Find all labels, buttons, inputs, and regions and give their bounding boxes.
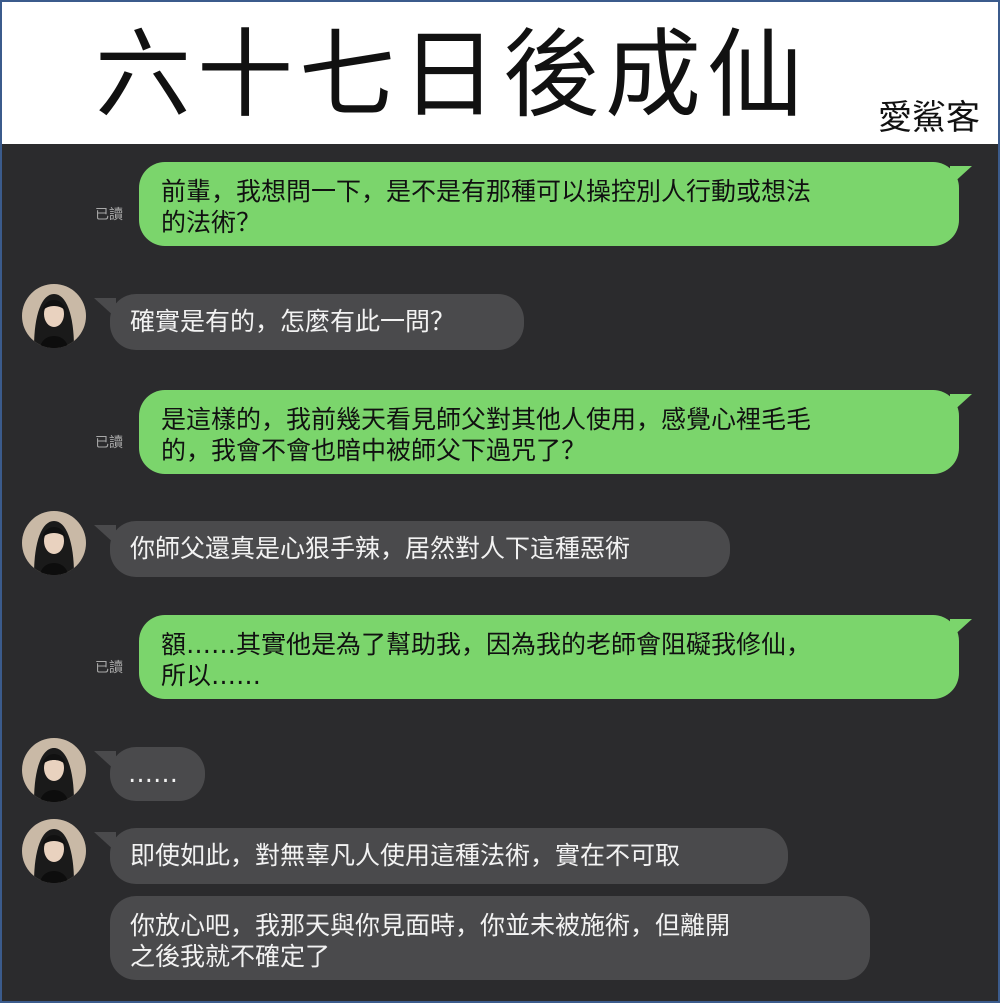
- avatar[interactable]: [22, 284, 86, 348]
- character-avatar-icon: [22, 819, 86, 883]
- character-avatar-icon: [22, 738, 86, 802]
- chat-panel: 已讀 前輩，我想問一下，是不是有那種可以操控別人行動或想法 的法術？ 確實是有的…: [2, 144, 998, 1001]
- message-line: 之後我就不確定了: [130, 942, 331, 971]
- message-bubble-incoming[interactable]: ……: [110, 747, 205, 801]
- comic-frame: 六十七日後成仙 愛鯊客 已讀 前輩，我想問一下，是不是有那種可以操控別人行動或想…: [0, 0, 1000, 1003]
- bubble-tail: [94, 525, 116, 545]
- character-avatar-icon: [22, 284, 86, 348]
- message-bubble-outgoing[interactable]: 額……其實他是為了幫助我，因為我的老師會阻礙我修仙， 所以……: [139, 615, 959, 699]
- read-receipt: 已讀: [95, 435, 123, 451]
- avatar[interactable]: [22, 511, 86, 575]
- author-name: 愛鯊客: [878, 98, 980, 138]
- bubble-tail: [950, 619, 972, 639]
- message-bubble-incoming[interactable]: 你放心吧，我那天與你見面時，你並未被施術，但離開 之後我就不確定了: [110, 896, 870, 980]
- page-title: 六十七日後成仙: [95, 19, 809, 131]
- message-bubble-incoming[interactable]: 確實是有的，怎麼有此一問？: [110, 294, 524, 350]
- message-line: 確實是有的，怎麼有此一問？: [130, 307, 456, 336]
- read-receipt: 已讀: [95, 207, 123, 223]
- message-bubble-outgoing[interactable]: 前輩，我想問一下，是不是有那種可以操控別人行動或想法 的法術？: [139, 162, 959, 246]
- message-line: 你師父還真是心狠手辣，居然對人下這種惡術: [130, 534, 631, 563]
- message-bubble-outgoing[interactable]: 是這樣的，我前幾天看見師父對其他人使用，感覺心裡毛毛 的，我會不會也暗中被師父下…: [139, 390, 959, 474]
- message-line: 前輩，我想問一下，是不是有那種可以操控別人行動或想法: [161, 177, 812, 206]
- bubble-tail: [94, 832, 116, 852]
- message-line: 是這樣的，我前幾天看見師父對其他人使用，感覺心裡毛毛: [161, 405, 812, 434]
- message-line: 的法術？: [161, 208, 262, 237]
- header: 六十七日後成仙 愛鯊客: [2, 2, 998, 144]
- avatar[interactable]: [22, 738, 86, 802]
- message-line: 額……其實他是為了幫助我，因為我的老師會阻礙我修仙，: [161, 630, 812, 659]
- character-avatar-icon: [22, 511, 86, 575]
- avatar[interactable]: [22, 819, 86, 883]
- message-line: 所以……: [161, 661, 262, 690]
- read-receipt: 已讀: [95, 660, 123, 676]
- bubble-tail: [950, 166, 972, 186]
- message-bubble-incoming[interactable]: 你師父還真是心狠手辣，居然對人下這種惡術: [110, 521, 730, 577]
- message-line: 的，我會不會也暗中被師父下過咒了？: [161, 436, 587, 465]
- bubble-tail: [94, 751, 116, 771]
- message-line: 你放心吧，我那天與你見面時，你並未被施術，但離開: [130, 911, 731, 940]
- message-bubble-incoming[interactable]: 即使如此，對無辜凡人使用這種法術，實在不可取: [110, 828, 788, 884]
- message-line: ……: [128, 759, 178, 788]
- bubble-tail: [950, 394, 972, 414]
- message-line: 即使如此，對無辜凡人使用這種法術，實在不可取: [130, 841, 681, 870]
- bubble-tail: [94, 298, 116, 318]
